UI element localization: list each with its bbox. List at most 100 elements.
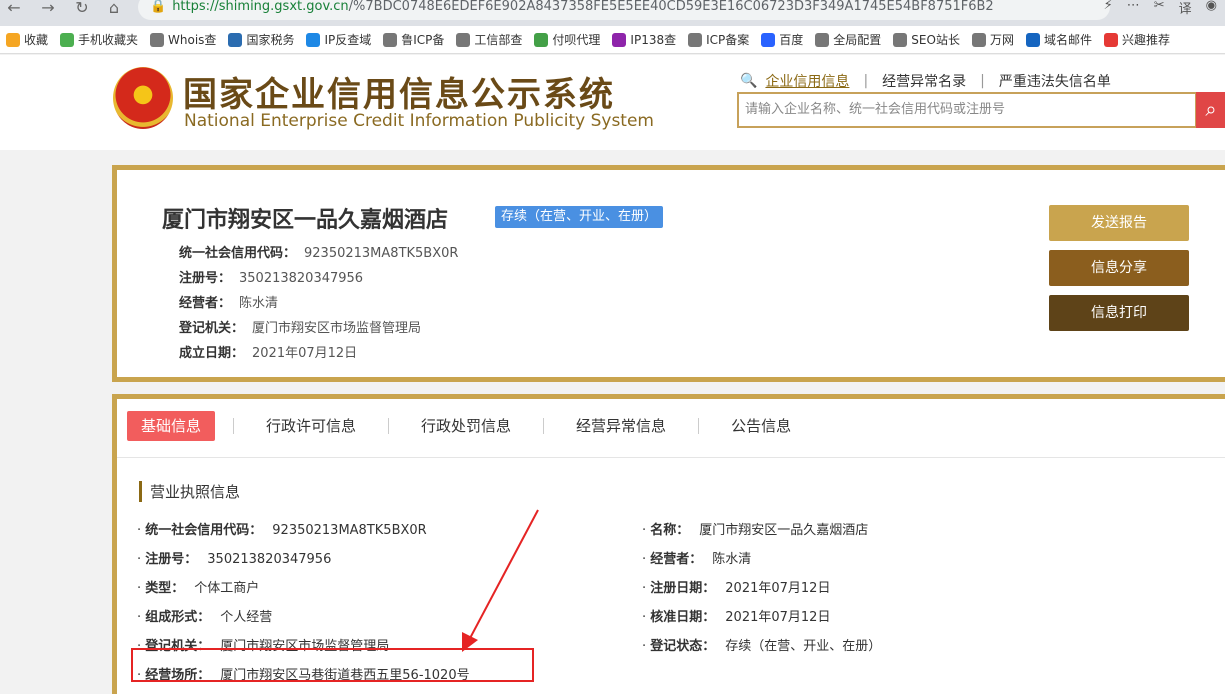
url-path: /%7BDC0748E6EDEF6E902A8437358FE5E5EE40CD… bbox=[348, 0, 994, 14]
paw-icon bbox=[761, 32, 776, 47]
globe-icon bbox=[383, 32, 398, 47]
brand-subtitle: National Enterprise Credit Information P… bbox=[184, 111, 654, 131]
more-icon[interactable]: ⋯ bbox=[1127, 0, 1140, 18]
bookmark-item[interactable]: 鲁ICP备 bbox=[377, 31, 450, 48]
tab-basic-info[interactable]: 基础信息 bbox=[127, 411, 216, 441]
field-label: 登记状态： bbox=[650, 639, 716, 654]
section-divider bbox=[117, 457, 1225, 458]
field-label: 注册日期： bbox=[650, 581, 716, 596]
tab-abnormal[interactable]: 经营异常信息 bbox=[562, 411, 680, 441]
field-label: 经营者： bbox=[650, 552, 703, 567]
address-bar[interactable]: 🔒 https://shiming.gsxt.gov.cn/%7BDC0748E6… bbox=[138, 0, 1110, 20]
bookmark-label: 付呗代理 bbox=[552, 33, 601, 47]
field-form: · 组成形式： 个人经营 bbox=[137, 610, 273, 625]
company-summary-card: 厦门市翔安区一品久嘉烟酒店 存续（在营、开业、在册） 统一社会信用代码： 9235… bbox=[112, 165, 1225, 382]
bookmark-item[interactable]: 付呗代理 bbox=[528, 31, 606, 48]
bookmark-item[interactable]: 收藏 bbox=[0, 31, 54, 48]
forward-arrow-icon[interactable]: → bbox=[38, 0, 58, 20]
nav-abnormal-list[interactable]: 经营异常名录 bbox=[882, 71, 966, 91]
bookmark-item[interactable]: IP反查域 bbox=[300, 31, 377, 48]
tab-announcements[interactable]: 公告信息 bbox=[717, 411, 805, 441]
back-arrow-icon[interactable]: ← bbox=[4, 0, 24, 20]
tab-divider bbox=[698, 418, 700, 434]
field-value: 存续（在营、开业、在册） bbox=[725, 639, 882, 654]
field-operator: · 经营者： 陈水清 bbox=[642, 552, 752, 567]
nav-credit-info[interactable]: 企业信用信息 bbox=[765, 71, 849, 91]
bookmark-item[interactable]: SEO站长 bbox=[887, 31, 966, 48]
national-emblem-icon bbox=[113, 67, 173, 129]
info-label: 经营者： bbox=[179, 296, 232, 311]
bookmark-item[interactable]: 域名邮件 bbox=[1020, 31, 1098, 48]
bookmark-item[interactable]: 百度 bbox=[755, 31, 809, 48]
info-tabs: 基础信息 行政许可信息 行政处罚信息 经营异常信息 公告信息 bbox=[127, 411, 805, 441]
field-label: 名称： bbox=[650, 523, 690, 538]
globe-icon bbox=[815, 32, 830, 47]
field-value: 2021年07月12日 bbox=[725, 581, 831, 596]
bookmark-label: 鲁ICP备 bbox=[401, 33, 445, 47]
nav-blacklist[interactable]: 严重违法失信名单 bbox=[999, 71, 1111, 91]
info-row-reg-no: 注册号： 350213820347956 bbox=[179, 267, 363, 286]
field-reg-no: · 注册号： 350213820347956 bbox=[137, 552, 332, 567]
tab-permits[interactable]: 行政许可信息 bbox=[252, 411, 370, 441]
info-label: 成立日期： bbox=[179, 346, 245, 361]
field-value: 350213820347956 bbox=[207, 552, 332, 567]
lock-icon: 🔒 bbox=[150, 0, 167, 14]
refresh-icon[interactable]: ↻ bbox=[72, 0, 92, 20]
search-input[interactable]: 请输入企业名称、统一社会信用代码或注册号 bbox=[737, 92, 1197, 128]
browser-tools: ⚡ ⋯ ✂ 译 ◉ bbox=[1104, 0, 1225, 18]
info-value: 350213820347956 bbox=[239, 271, 364, 286]
info-row-authority: 登记机关： 厦门市翔安区市场监督管理局 bbox=[179, 317, 421, 336]
bookmark-item[interactable]: 兴趣推荐 bbox=[1098, 31, 1176, 48]
info-label: 登记机关： bbox=[179, 321, 245, 336]
url-host: https://shiming.gsxt.gov.cn bbox=[172, 0, 349, 14]
home-icon[interactable]: ⌂ bbox=[104, 0, 124, 20]
bookmark-item[interactable]: ICP备案 bbox=[682, 31, 755, 48]
info-value: 2021年07月12日 bbox=[252, 346, 358, 361]
globe-icon bbox=[456, 32, 471, 47]
send-report-button[interactable]: 发送报告 bbox=[1049, 205, 1189, 241]
tab-divider bbox=[233, 418, 235, 434]
info-label: 统一社会信用代码： bbox=[179, 246, 297, 261]
bookmark-label: 域名邮件 bbox=[1043, 33, 1092, 47]
share-info-button[interactable]: 信息分享 bbox=[1049, 250, 1189, 286]
bookmark-item[interactable]: 全局配置 bbox=[809, 31, 887, 48]
search-icon: 🔍 bbox=[740, 73, 758, 89]
tab-penalties[interactable]: 行政处罚信息 bbox=[407, 411, 525, 441]
bookmark-label: 工信部查 bbox=[474, 33, 523, 47]
info-value: 92350213MA8TK5BX0R bbox=[304, 246, 459, 261]
bookmark-label: ICP备案 bbox=[706, 33, 750, 47]
field-value: 个人经营 bbox=[220, 610, 273, 625]
globe-icon bbox=[150, 32, 165, 47]
bookmark-item[interactable]: 工信部查 bbox=[450, 31, 528, 48]
field-name: · 名称： 厦门市翔安区一品久嘉烟酒店 bbox=[642, 523, 869, 538]
tab-divider bbox=[388, 418, 390, 434]
tax-icon bbox=[228, 32, 243, 47]
field-approval-date: · 核准日期： 2021年07月12日 bbox=[642, 610, 831, 625]
globe-icon bbox=[971, 32, 986, 47]
bookmark-label: Whois查 bbox=[168, 33, 217, 47]
field-label: 组成形式： bbox=[145, 610, 211, 625]
leaf-icon bbox=[534, 32, 549, 47]
bookmark-label: SEO站长 bbox=[911, 33, 960, 47]
translate-icon[interactable]: 译 bbox=[1179, 0, 1192, 18]
bookmark-item[interactable]: 万网 bbox=[966, 31, 1020, 48]
bookmark-item[interactable]: Whois查 bbox=[144, 31, 222, 48]
bookmark-item[interactable]: 手机收藏夹 bbox=[54, 31, 144, 48]
ip-icon bbox=[306, 32, 321, 47]
bookmark-label: 兴趣推荐 bbox=[1121, 33, 1170, 47]
scissors-icon[interactable]: ✂ bbox=[1154, 0, 1165, 18]
field-value: 92350213MA8TK5BX0R bbox=[272, 523, 427, 538]
print-info-button[interactable]: 信息打印 bbox=[1049, 295, 1189, 331]
bookmark-label: 收藏 bbox=[24, 33, 49, 47]
nav-separator: | bbox=[980, 73, 985, 89]
field-label: 核准日期： bbox=[650, 610, 716, 625]
globe-icon bbox=[893, 32, 908, 47]
info-value: 陈水清 bbox=[239, 296, 279, 311]
bookmark-item[interactable]: 国家税务 bbox=[222, 31, 300, 48]
bookmark-label: 百度 bbox=[779, 33, 804, 47]
game-icon[interactable]: ◉ bbox=[1206, 0, 1217, 18]
bookmark-item[interactable]: IP138查 bbox=[606, 31, 682, 48]
lightning-icon[interactable]: ⚡ bbox=[1104, 0, 1113, 18]
search-button[interactable]: ⌕ bbox=[1196, 92, 1225, 128]
info-row-credit-code: 统一社会信用代码： 92350213MA8TK5BX0R bbox=[179, 242, 458, 261]
